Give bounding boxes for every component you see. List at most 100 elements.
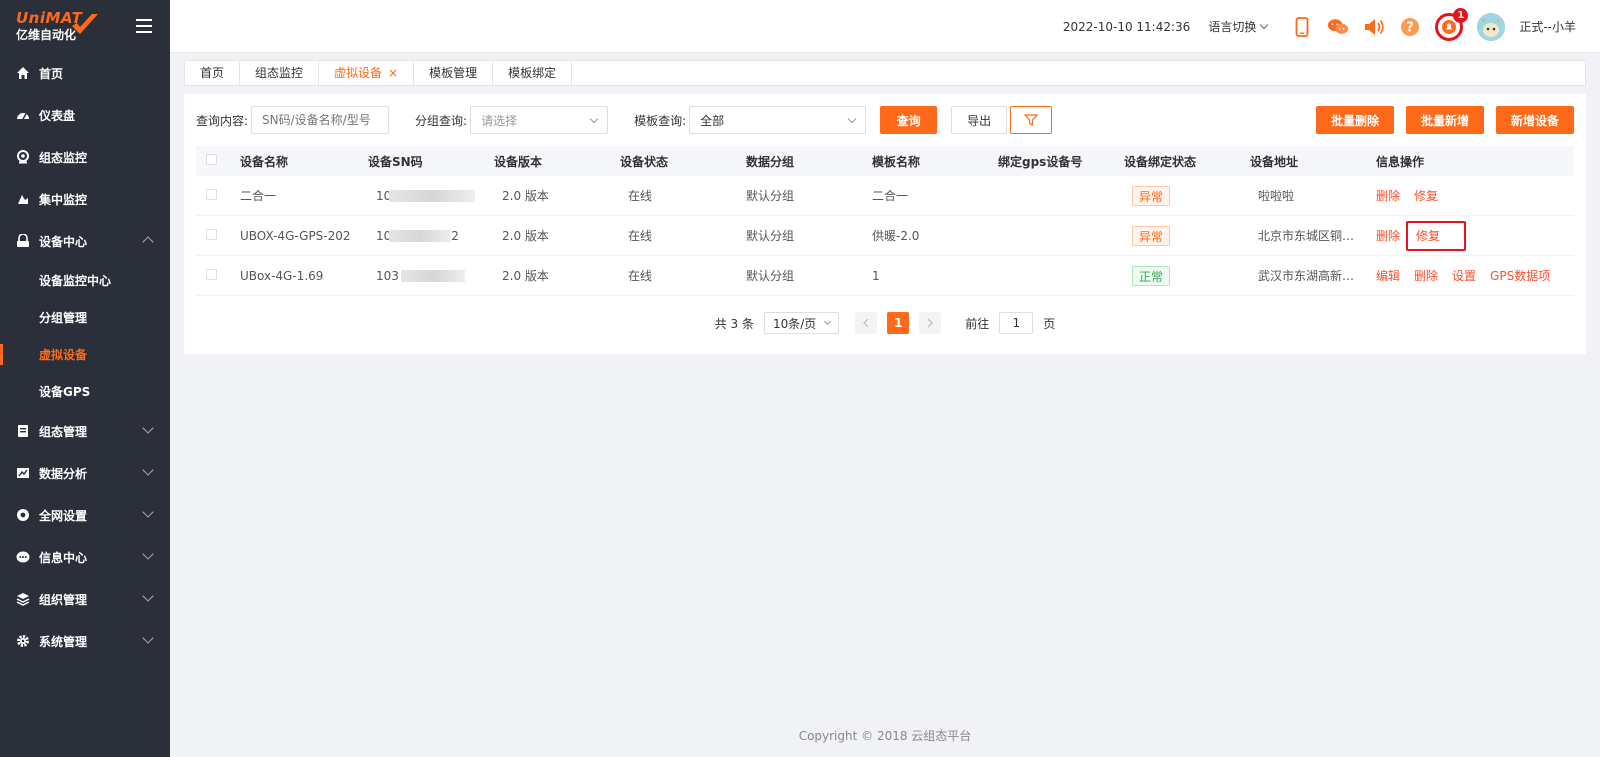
sidebar-subitem-group-management[interactable]: 分组管理 [0,299,170,336]
column-header[interactable]: 设备名称 [240,153,368,170]
sidebar-item-monitor[interactable]: 组态监控 [0,136,170,178]
network-settings-icon [16,508,30,522]
tab-virtual-device[interactable]: 虚拟设备 × [319,61,415,85]
device-address: 北京市东城区铜… [1258,229,1355,243]
sidebar-subitem-virtual-device[interactable]: 虚拟设备 [0,336,170,373]
table-row[interactable]: UBOX-4G-GPS-202 10 2 2.0 版本 在线 默认分组 供暖-2.… [196,216,1574,256]
column-header[interactable]: 设备绑定状态 [1124,153,1250,170]
column-header[interactable]: 模板名称 [872,153,998,170]
batch-delete-button[interactable]: 批量删除 [1316,106,1394,134]
sidebar-item-organization[interactable]: 组织管理 [0,578,170,620]
device-sn: 10 [368,189,494,203]
search-button[interactable]: 查询 [880,106,938,134]
next-page-button[interactable] [919,312,942,334]
tab-label: 模板绑定 [508,66,557,80]
export-button[interactable]: 导出 [951,106,1008,134]
template-select[interactable]: 全部 [689,106,867,134]
language-switch[interactable]: 语言切换 [1208,18,1269,35]
template-name: 1 [872,268,880,283]
username[interactable]: 正式--小羊 [1519,18,1576,35]
chevron-left-icon [863,318,869,328]
tab-template-binding[interactable]: 模板绑定 [493,61,573,85]
device-version: 2.0 版本 [502,229,549,243]
notification-button[interactable]: 1 [1435,7,1469,41]
device-version: 2.0 版本 [502,269,549,283]
column-header[interactable]: 设备地址 [1250,153,1376,170]
filter-columns-button[interactable] [1010,106,1053,134]
sidebar-item-network-settings[interactable]: 全网设置 [0,494,170,536]
sidebar-subitem-device-monitor-center[interactable]: 设备监控中心 [0,262,170,299]
group-select[interactable]: 请选择 [470,106,609,134]
current-datetime: 2022-10-10 11:42:36 [1062,19,1191,34]
sidebar-item-label: 组态监控 [39,150,88,165]
sidebar-subitem-device-gps[interactable]: 设备GPS [0,373,170,410]
help-icon[interactable]: ? [1399,16,1421,38]
tab-home[interactable]: 首页 [185,61,241,85]
menu-toggle-icon[interactable] [136,19,152,33]
chevron-down-icon [142,506,154,518]
close-icon[interactable]: × [388,61,398,85]
sidebar-item-device-center[interactable]: 设备中心 [0,220,170,262]
speaker-icon[interactable] [1363,16,1385,38]
row-actions: 删除 修复 [1376,221,1566,251]
row-checkbox[interactable] [206,188,217,200]
sidebar-item-label: 设备中心 [39,234,88,249]
add-device-button[interactable]: 新增设备 [1496,106,1574,134]
sidebar-item-dashboard[interactable]: 仪表盘 [0,94,170,136]
gear-icon [16,634,30,648]
sidebar-item-label: 集中监控 [39,192,88,207]
template-name: 二合一 [872,189,909,203]
sidebar-item-label: 仪表盘 [39,108,76,123]
device-center-icon [16,234,30,248]
delete-link[interactable]: 删除 [1414,269,1438,283]
tab-config-monitor[interactable]: 组态监控 [240,61,320,85]
sidebar-item-message-center[interactable]: 信息中心 [0,536,170,578]
column-header[interactable]: 数据分组 [746,153,872,170]
chevron-down-icon [142,632,154,644]
column-header[interactable]: 信息操作 [1376,153,1566,170]
select-all-checkbox[interactable] [206,154,217,165]
gps-data-link[interactable]: GPS数据项 [1490,269,1550,283]
device-status: 在线 [628,189,653,203]
prev-page-button[interactable] [855,312,878,334]
wechat-icon[interactable] [1327,16,1349,38]
page-number-current[interactable]: 1 [887,312,910,334]
device-sn-suffix: 2 [451,228,459,243]
repair-link-highlighted[interactable]: 修复 [1406,221,1467,251]
sidebar-item-home[interactable]: 首页 [0,52,170,94]
template-name: 供暖-2.0 [872,229,920,243]
sidebar-item-central-monitor[interactable]: 集中监控 [0,178,170,220]
table-row[interactable]: 二合一 10 2.0 版本 在线 默认分组 二合一 异常 啦啦啦 删除 修复 [196,176,1574,216]
settings-link[interactable]: 设置 [1452,269,1476,283]
data-group: 默认分组 [746,189,795,203]
device-sn-prefix: 103 [376,268,399,283]
column-header[interactable]: 设备SN码 [368,153,494,170]
chevron-down-icon [824,317,832,326]
tab-template-management[interactable]: 模板管理 [414,61,494,85]
row-checkbox[interactable] [206,268,217,280]
query-input[interactable] [251,106,390,134]
column-header[interactable]: 设备状态 [620,153,746,170]
table-row[interactable]: UBox-4G-1.69 103 2.0 版本 在线 默认分组 1 正常 武汉市… [196,256,1574,296]
row-checkbox[interactable] [206,228,217,240]
column-header[interactable]: 绑定gps设备号 [998,153,1124,170]
filter-icon [1024,114,1039,126]
delete-link[interactable]: 删除 [1376,189,1400,203]
mobile-icon[interactable] [1291,16,1313,38]
home-icon [16,66,30,80]
sidebar-item-label: 组织管理 [39,592,88,607]
avatar[interactable] [1477,12,1506,41]
config-icon [16,424,30,438]
sidebar-item-data-analysis[interactable]: 数据分析 [0,452,170,494]
delete-link[interactable]: 删除 [1376,229,1400,243]
sn-mask [389,190,476,202]
goto-page-input[interactable]: 1 [999,312,1034,334]
edit-link[interactable]: 编辑 [1376,269,1400,283]
batch-add-button[interactable]: 批量新增 [1406,106,1484,134]
sidebar-item-label: 组态管理 [39,424,88,439]
sidebar-item-config-management[interactable]: 组态管理 [0,410,170,452]
column-header[interactable]: 设备版本 [494,153,620,170]
sidebar-item-system[interactable]: 系统管理 [0,620,170,662]
page-size-select[interactable]: 10条/页 [763,312,840,334]
repair-link[interactable]: 修复 [1414,189,1438,203]
